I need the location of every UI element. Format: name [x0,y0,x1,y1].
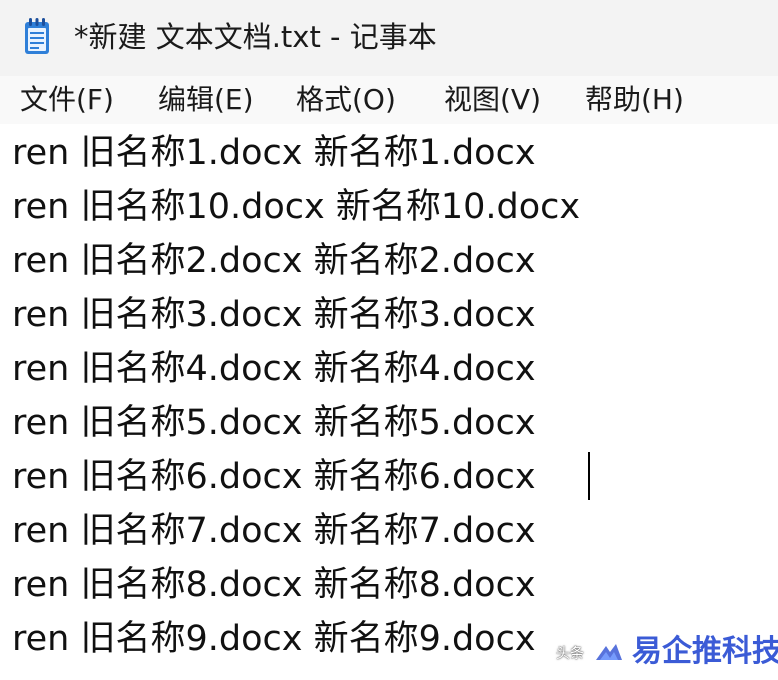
editor-line-10[interactable]: ren 旧名称9.docx 新名称9.docx [12,614,536,664]
editor-line-5[interactable]: ren 旧名称4.docx 新名称4.docx [12,344,536,394]
notepad-window: *新建 文本文档.txt - 记事本 文件(F) 编辑(E) 格式(O) 视图(… [0,0,778,680]
menu-edit[interactable]: 编辑(E) [158,80,254,120]
menu-file[interactable]: 文件(F) [20,80,114,120]
editor-line-3[interactable]: ren 旧名称2.docx 新名称2.docx [12,236,536,286]
menu-help[interactable]: 帮助(H) [585,80,684,120]
editor-line-7[interactable]: ren 旧名称6.docx 新名称6.docx [12,452,536,502]
editor-line-6[interactable]: ren 旧名称5.docx 新名称5.docx [12,398,536,448]
text-editor-area[interactable]: ren 旧名称1.docx 新名称1.docx ren 旧名称10.docx 新… [0,124,778,680]
menu-view[interactable]: 视图(V) [444,80,541,120]
menu-bar: 文件(F) 编辑(E) 格式(O) 视图(V) 帮助(H) [0,76,778,124]
window-title: *新建 文本文档.txt - 记事本 [74,20,437,54]
editor-line-2[interactable]: ren 旧名称10.docx 新名称10.docx [12,182,580,232]
editor-line-8[interactable]: ren 旧名称7.docx 新名称7.docx [12,506,536,556]
editor-line-9[interactable]: ren 旧名称8.docx 新名称8.docx [12,560,536,610]
text-cursor [588,452,590,500]
title-bar[interactable]: *新建 文本文档.txt - 记事本 [0,0,778,76]
notepad-icon [25,18,49,54]
editor-line-1[interactable]: ren 旧名称1.docx 新名称1.docx [12,128,536,178]
menu-format[interactable]: 格式(O) [296,80,396,120]
editor-line-4[interactable]: ren 旧名称3.docx 新名称3.docx [12,290,536,340]
